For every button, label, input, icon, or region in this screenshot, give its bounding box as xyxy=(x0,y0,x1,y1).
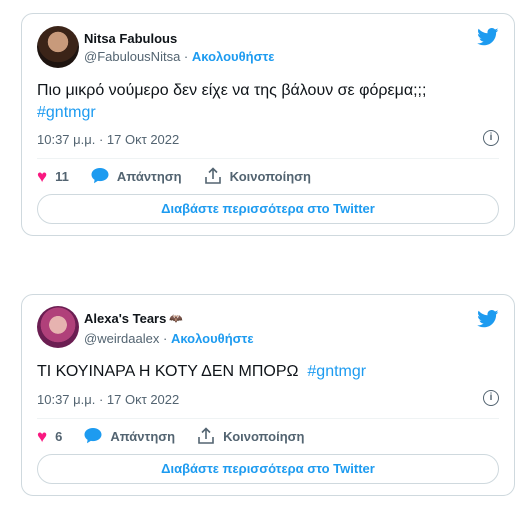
author-name-row: Nitsa Fabulous xyxy=(84,31,180,46)
handle[interactable]: @weirdaalex xyxy=(84,331,159,346)
twitter-bird-icon[interactable] xyxy=(477,28,499,46)
read-more-button[interactable]: Διαβάστε περισσότερα στο Twitter xyxy=(37,454,499,484)
separator: · xyxy=(162,331,168,346)
reply-label: Απάντηση xyxy=(110,428,176,444)
divider xyxy=(37,418,499,419)
action-bar: ♥ 11 Απάντηση Κοινοποίηση xyxy=(37,167,311,185)
handle-row: @FabulousNitsa · Ακολουθήστε xyxy=(84,49,274,64)
avatar[interactable] xyxy=(37,26,79,68)
like-button[interactable]: ♥ 6 xyxy=(37,428,62,445)
share-icon xyxy=(197,427,215,445)
hashtag-link[interactable]: #gntmgr xyxy=(37,104,96,121)
follow-link[interactable]: Ακολουθήστε xyxy=(171,331,254,346)
timestamp[interactable]: 10:37 μ.μ. · 17 Οκτ 2022 xyxy=(37,132,179,147)
timestamp[interactable]: 10:37 μ.μ. · 17 Οκτ 2022 xyxy=(37,392,179,407)
info-icon[interactable]: i xyxy=(483,390,499,406)
bat-emoji-icon: 🦇 xyxy=(169,313,184,325)
divider xyxy=(37,158,499,159)
info-icon[interactable]: i xyxy=(483,130,499,146)
tweet-card: Alexa's Tears 🦇 @weirdaalex · Ακολουθήστ… xyxy=(21,294,515,496)
share-button[interactable]: Κοινοποίηση xyxy=(197,427,304,445)
action-bar: ♥ 6 Απάντηση Κοινοποίηση xyxy=(37,427,304,445)
author-name-row: Alexa's Tears 🦇 xyxy=(84,311,183,326)
tweet-text: Πιο μικρό νούμερο δεν είχε να της βάλουν… xyxy=(37,80,499,124)
reply-button[interactable]: Απάντηση xyxy=(91,168,182,184)
share-label: Κοινοποίηση xyxy=(229,168,311,184)
tweet-card: Nitsa Fabulous @FabulousNitsa · Ακολουθή… xyxy=(21,13,515,236)
like-button[interactable]: ♥ 11 xyxy=(37,168,69,185)
separator: · xyxy=(183,49,189,64)
heart-icon: ♥ xyxy=(37,426,48,446)
reply-label: Απάντηση xyxy=(116,168,182,184)
tweet-body: Πιο μικρό νούμερο δεν είχε να της βάλουν… xyxy=(37,82,427,99)
like-count: 11 xyxy=(55,168,69,184)
read-more-button[interactable]: Διαβάστε περισσότερα στο Twitter xyxy=(37,194,499,224)
handle[interactable]: @FabulousNitsa xyxy=(84,49,180,64)
follow-link[interactable]: Ακολουθήστε xyxy=(192,49,275,64)
speech-bubble-icon xyxy=(84,428,102,444)
share-icon xyxy=(204,167,222,185)
share-button[interactable]: Κοινοποίηση xyxy=(204,167,311,185)
display-name[interactable]: Nitsa Fabulous xyxy=(84,31,177,46)
reply-button[interactable]: Απάντηση xyxy=(84,428,175,444)
speech-bubble-icon xyxy=(91,168,109,184)
avatar[interactable] xyxy=(37,306,79,348)
heart-icon: ♥ xyxy=(37,166,48,186)
tweet-text: ΤΙ ΚΟΥΙΝΑΡΑ Η ΚΟΤΥ ΔΕΝ ΜΠΟΡΩ #gntmgr xyxy=(37,361,499,383)
handle-row: @weirdaalex · Ακολουθήστε xyxy=(84,331,254,346)
hashtag-link[interactable]: #gntmgr xyxy=(307,363,366,380)
tweet-body: ΤΙ ΚΟΥΙΝΑΡΑ Η ΚΟΤΥ ΔΕΝ ΜΠΟΡΩ xyxy=(37,363,299,380)
share-label: Κοινοποίηση xyxy=(223,428,305,444)
display-name[interactable]: Alexa's Tears xyxy=(84,311,166,326)
twitter-bird-icon[interactable] xyxy=(477,310,499,328)
like-count: 6 xyxy=(55,428,63,444)
